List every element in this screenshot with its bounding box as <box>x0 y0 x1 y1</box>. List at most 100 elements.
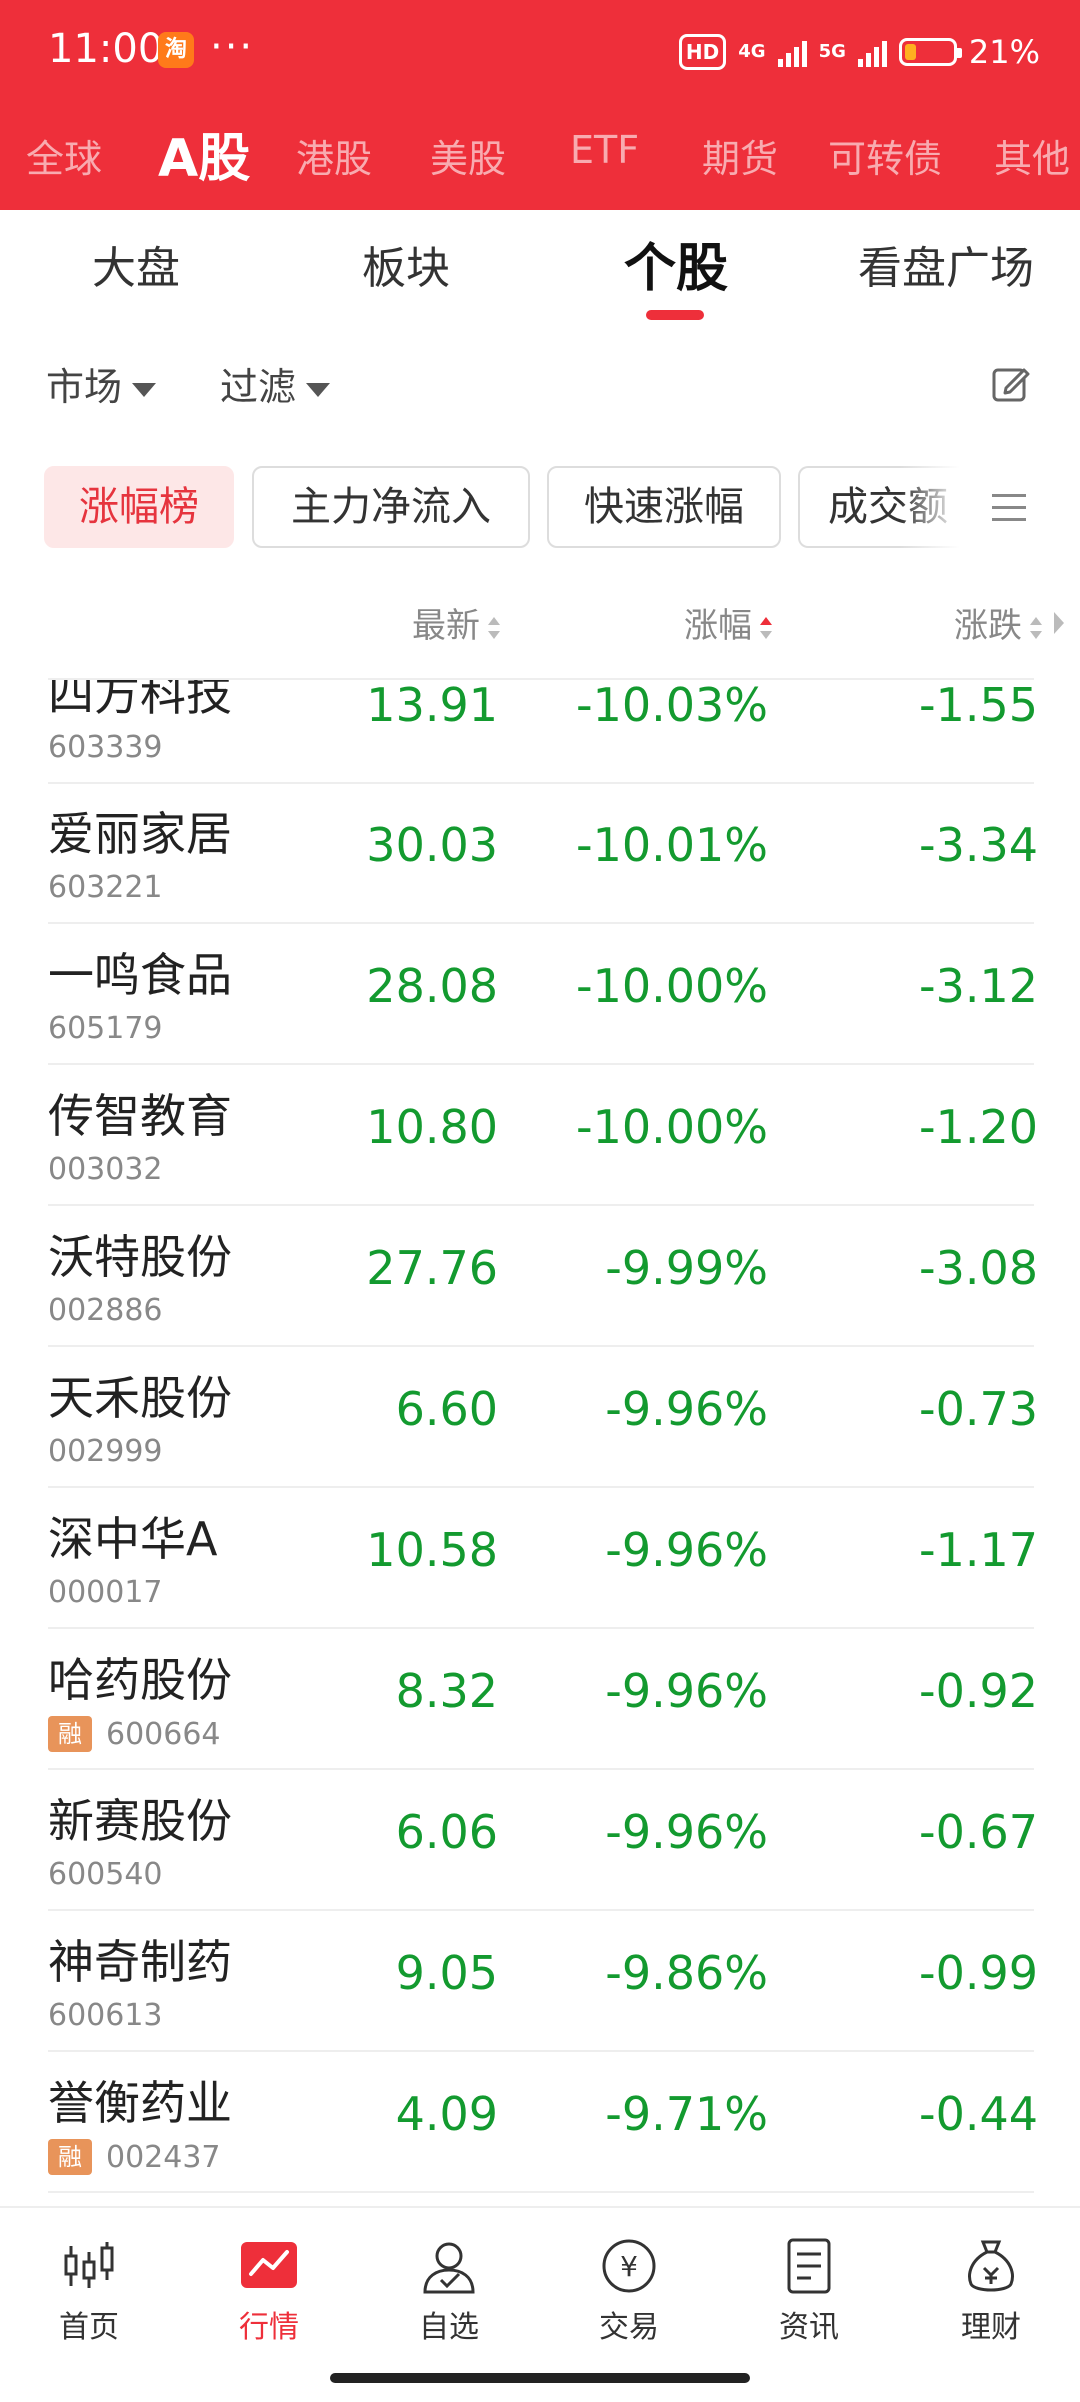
stock-price: 4.09 <box>395 2087 498 2141</box>
column-latest[interactable]: 最新 <box>412 598 502 647</box>
column-change-label: 涨跌 <box>954 606 1022 646</box>
stock-change-pct: -9.96% <box>605 1523 768 1577</box>
nav-wealth[interactable]: 理财 <box>926 2236 1056 2346</box>
margin-trading-badge: 融 <box>48 1716 92 1752</box>
column-header: 最新 涨幅 涨跌 <box>0 590 1080 660</box>
market-dropdown[interactable]: 市场 <box>46 356 157 411</box>
stock-change: -3.08 <box>918 1241 1038 1295</box>
nav-trade-label: 交易 <box>599 2310 659 2345</box>
stock-change: -0.67 <box>918 1805 1038 1859</box>
tab-hk-stocks[interactable]: 港股 <box>296 128 372 183</box>
stock-name: 传智教育 <box>48 1089 232 1143</box>
tab-a-shares[interactable]: A股 <box>158 116 250 191</box>
tab-global[interactable]: 全球 <box>26 128 102 183</box>
table-row[interactable]: 神奇制药 600613 9.05 -9.86% -0.99 <box>0 1912 1080 2052</box>
stock-code-cell: 融 600664 <box>48 1716 221 1752</box>
stock-change: -1.17 <box>918 1523 1038 1577</box>
row-divider <box>48 1204 1034 1206</box>
stock-price: 28.08 <box>366 959 498 1013</box>
home-indicator[interactable] <box>330 2373 750 2383</box>
sort-desc-icon <box>760 616 772 639</box>
stock-change-pct: -10.01% <box>576 818 768 872</box>
column-change-pct[interactable]: 涨幅 <box>684 598 774 647</box>
nav-watchlist[interactable]: 自选 <box>384 2236 514 2346</box>
column-change[interactable]: 涨跌 <box>954 598 1044 647</box>
stock-code-cell: 600540 <box>48 1857 163 1892</box>
table-row[interactable]: 天禾股份 002999 6.60 -9.96% -0.73 <box>0 1348 1080 1488</box>
taobao-app-icon: 淘 <box>158 32 194 68</box>
edit-icon[interactable] <box>990 364 1030 404</box>
stock-code-cell: 603339 <box>48 730 163 765</box>
stock-name: 新赛股份 <box>48 1794 232 1848</box>
stock-price: 6.06 <box>395 1805 498 1859</box>
chip-main-net-inflow[interactable]: 主力净流入 <box>252 466 530 548</box>
row-divider <box>48 1063 1034 1065</box>
stock-code: 603339 <box>48 730 163 765</box>
network-4g-label: 4G <box>738 41 766 62</box>
chip-rapid-rise[interactable]: 快速涨幅 <box>547 466 781 548</box>
stock-name: 天禾股份 <box>48 1371 232 1425</box>
ranking-chips: 涨幅榜 主力净流入 快速涨幅 成交额 <box>0 466 1080 550</box>
stock-code: 002437 <box>106 2139 221 2175</box>
stock-price: 10.80 <box>366 1100 498 1154</box>
nav-quotes[interactable]: 行情 <box>204 2236 334 2346</box>
row-divider <box>48 2191 1034 2193</box>
tab-market-overview[interactable]: 大盘 <box>92 232 180 296</box>
stock-price: 8.32 <box>395 1664 498 1718</box>
filter-dropdown[interactable]: 过滤 <box>220 356 331 411</box>
stock-code: 603221 <box>48 870 163 905</box>
nav-news[interactable]: 资讯 <box>744 2236 874 2346</box>
nav-home[interactable]: 首页 <box>24 2236 154 2346</box>
market-dropdown-label: 市场 <box>46 365 123 409</box>
row-divider <box>48 1486 1034 1488</box>
status-bar: 11:00 淘 ··· HD 4G 5G 21% <box>0 0 1080 100</box>
stock-code-cell: 003032 <box>48 1152 163 1187</box>
trend-chart-icon <box>241 2242 297 2288</box>
column-latest-label: 最新 <box>412 606 480 646</box>
nav-quotes-label: 行情 <box>239 2310 299 2345</box>
tab-other[interactable]: 其他 <box>994 128 1070 183</box>
stock-code-cell: 600613 <box>48 1998 163 2033</box>
stock-name: 爱丽家居 <box>48 807 232 861</box>
row-divider <box>48 2050 1034 2052</box>
stock-change-pct: -9.71% <box>605 2087 768 2141</box>
table-row[interactable]: 誉衡药业 融 002437 4.09 -9.71% -0.44 <box>0 2053 1080 2193</box>
tab-futures[interactable]: 期货 <box>702 128 778 183</box>
nav-trade[interactable]: ¥ 交易 <box>564 2236 694 2346</box>
menu-icon[interactable] <box>990 490 1028 526</box>
network-5g-label: 5G <box>818 41 846 62</box>
row-divider <box>48 1627 1034 1629</box>
scroll-right-icon[interactable] <box>1052 610 1066 636</box>
table-row[interactable]: 爱丽家居 603221 30.03 -10.01% -3.34 <box>0 784 1080 924</box>
stock-name: 四方科技 <box>48 680 232 721</box>
tab-market-plaza[interactable]: 看盘广场 <box>858 232 1034 296</box>
tab-us-stocks[interactable]: 美股 <box>430 128 506 183</box>
filter-dropdown-label: 过滤 <box>220 365 297 409</box>
tab-individual-stocks[interactable]: 个股 <box>624 226 728 301</box>
table-row[interactable]: 沃特股份 002886 27.76 -9.99% -3.08 <box>0 1207 1080 1347</box>
stock-price: 27.76 <box>366 1241 498 1295</box>
stock-code-cell: 603221 <box>48 870 163 905</box>
tab-sectors[interactable]: 板块 <box>362 232 450 296</box>
table-row[interactable]: 一鸣食品 605179 28.08 -10.00% -3.12 <box>0 925 1080 1065</box>
table-row[interactable]: 哈药股份 融 600664 8.32 -9.96% -0.92 <box>0 1630 1080 1770</box>
stock-change: -3.34 <box>918 818 1038 872</box>
chip-top-gainers[interactable]: 涨幅榜 <box>44 466 234 548</box>
stock-name: 一鸣食品 <box>48 948 232 1002</box>
stock-list[interactable]: 四方科技 603339 13.91 -10.03% -1.55 爱丽家居 603… <box>0 680 1080 2204</box>
table-row[interactable]: 深中华A 000017 10.58 -9.96% -1.17 <box>0 1489 1080 1629</box>
tab-convertible-bonds[interactable]: 可转债 <box>828 128 942 183</box>
stock-price: 10.58 <box>366 1523 498 1577</box>
stock-price: 13.91 <box>366 680 498 732</box>
document-icon <box>787 2238 831 2294</box>
table-row[interactable]: 新赛股份 600540 6.06 -9.96% -0.67 <box>0 1771 1080 1911</box>
hd-icon: HD <box>678 34 727 70</box>
stock-code: 600540 <box>48 1857 163 1892</box>
stock-code-cell: 融 002437 <box>48 2139 221 2175</box>
more-notifications-icon: ··· <box>210 24 255 70</box>
tab-etf[interactable]: ETF <box>570 128 639 172</box>
table-row[interactable]: 传智教育 003032 10.80 -10.00% -1.20 <box>0 1066 1080 1206</box>
status-time: 11:00 <box>48 26 164 72</box>
stock-change: -0.44 <box>918 2087 1038 2141</box>
table-row[interactable]: 四方科技 603339 13.91 -10.03% -1.55 <box>0 680 1080 784</box>
